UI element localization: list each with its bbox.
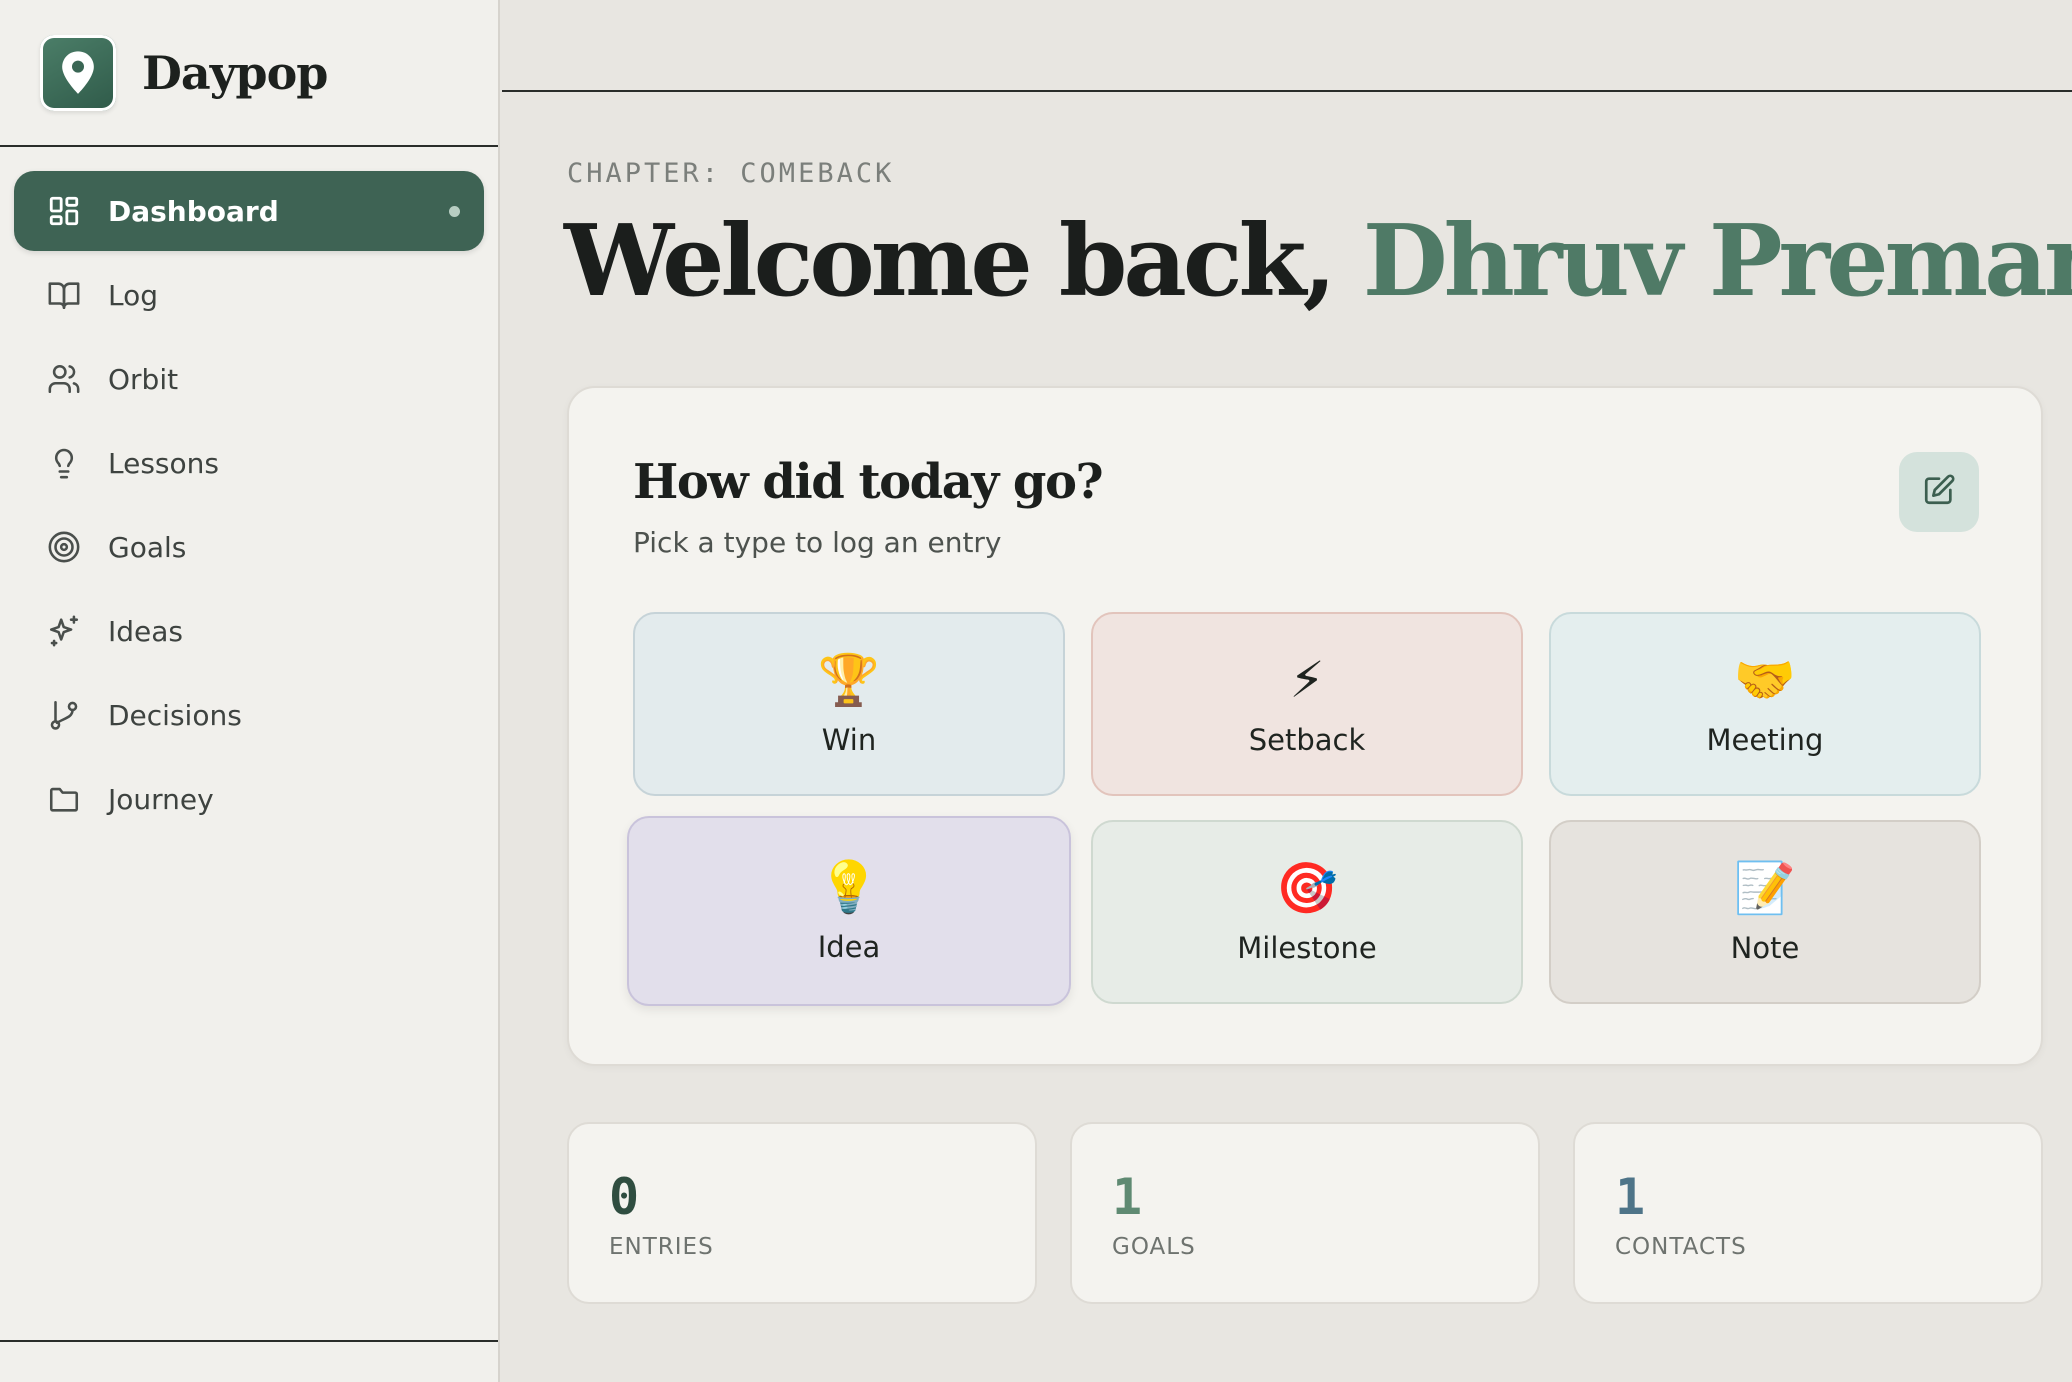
- stat-label: ENTRIES: [609, 1234, 714, 1260]
- entry-type-label: Meeting: [1706, 723, 1824, 757]
- stat-card-contacts: 1 CONTACTS: [1573, 1122, 2043, 1304]
- active-indicator-dot: [449, 206, 460, 217]
- entry-type-label: Setback: [1248, 723, 1366, 757]
- sidebar-item-log[interactable]: Log: [14, 255, 484, 335]
- entry-type-setback[interactable]: ⚡ Setback: [1091, 612, 1523, 796]
- stat-card-goals: 1 GOALS: [1070, 1122, 1540, 1304]
- stat-value: 1: [1112, 1168, 1143, 1226]
- folder-icon: [46, 781, 82, 817]
- log-card-subtitle: Pick a type to log an entry: [633, 526, 1002, 559]
- sidebar-item-label: Orbit: [108, 362, 179, 396]
- entry-type-label: Win: [821, 723, 877, 757]
- entry-type-milestone[interactable]: 🎯 Milestone: [1091, 820, 1523, 1004]
- user-name: Dhruv Premani: [1362, 204, 2072, 319]
- brand[interactable]: Daypop: [0, 0, 498, 147]
- sidebar-item-label: Journey: [108, 782, 214, 816]
- sidebar-item-label: Decisions: [108, 698, 242, 732]
- entry-type-note[interactable]: 📝 Note: [1549, 820, 1981, 1004]
- lightbulb-icon: 💡: [817, 858, 881, 916]
- target-icon: [46, 529, 82, 565]
- stat-label: CONTACTS: [1615, 1234, 1747, 1260]
- top-bar: [502, 0, 2072, 92]
- stat-card-entries: 0 ENTRIES: [567, 1122, 1037, 1304]
- sidebar-item-label: Ideas: [108, 614, 184, 648]
- map-pin-icon: [40, 34, 116, 111]
- sidebar-item-label: Dashboard: [108, 194, 279, 228]
- entry-type-label: Note: [1730, 931, 1800, 965]
- sidebar-item-label: Lessons: [108, 446, 219, 480]
- sidebar-item-decisions[interactable]: Decisions: [14, 675, 484, 755]
- entry-type-win[interactable]: 🏆 Win: [633, 612, 1065, 796]
- dashboard-grid-icon: [46, 193, 82, 229]
- bullseye-icon: 🎯: [1275, 859, 1339, 917]
- chapter-label: CHAPTER: COMEBACK: [567, 158, 895, 189]
- sidebar-item-label: Goals: [108, 530, 187, 564]
- entry-type-grid: 🏆 Win ⚡ Setback 🤝 Meeting 💡 Idea 🎯 Miles…: [627, 612, 1981, 1006]
- stat-value: 1: [1615, 1168, 1646, 1226]
- sidebar-item-ideas[interactable]: Ideas: [14, 591, 484, 671]
- stat-value: 0: [609, 1168, 640, 1226]
- memo-icon: 📝: [1733, 859, 1797, 917]
- page-title: Welcome back, Dhruv Premani: [564, 204, 2072, 319]
- git-branch-icon: [46, 697, 82, 733]
- edit-icon: [1922, 473, 1956, 511]
- sidebar-item-dashboard[interactable]: Dashboard: [14, 171, 484, 251]
- lightning-icon: ⚡: [1289, 651, 1325, 709]
- sparkles-icon: [46, 613, 82, 649]
- sidebar: Daypop Dashboard Log Orbit Lessons Goals…: [0, 0, 500, 1382]
- sidebar-item-goals[interactable]: Goals: [14, 507, 484, 587]
- entry-type-idea[interactable]: 💡 Idea: [627, 816, 1071, 1006]
- sidebar-footer-divider: [0, 1340, 498, 1342]
- trophy-icon: 🏆: [817, 651, 881, 709]
- sidebar-nav: Dashboard Log Orbit Lessons Goals Ideas …: [0, 147, 498, 839]
- sidebar-item-journey[interactable]: Journey: [14, 759, 484, 839]
- edit-button[interactable]: [1899, 452, 1979, 532]
- users-icon: [46, 361, 82, 397]
- log-card-title: How did today go?: [633, 454, 1104, 510]
- entry-type-label: Milestone: [1237, 931, 1377, 965]
- sidebar-item-label: Log: [108, 278, 159, 312]
- lightbulb-icon: [46, 445, 82, 481]
- entry-type-meeting[interactable]: 🤝 Meeting: [1549, 612, 1981, 796]
- handshake-icon: 🤝: [1733, 651, 1797, 709]
- sidebar-item-orbit[interactable]: Orbit: [14, 339, 484, 419]
- stat-label: GOALS: [1112, 1234, 1196, 1260]
- brand-name: Daypop: [142, 45, 328, 100]
- sidebar-item-lessons[interactable]: Lessons: [14, 423, 484, 503]
- welcome-prefix: Welcome back,: [564, 204, 1363, 319]
- book-open-icon: [46, 277, 82, 313]
- entry-type-label: Idea: [817, 930, 881, 964]
- log-entry-card: How did today go? Pick a type to log an …: [567, 386, 2043, 1066]
